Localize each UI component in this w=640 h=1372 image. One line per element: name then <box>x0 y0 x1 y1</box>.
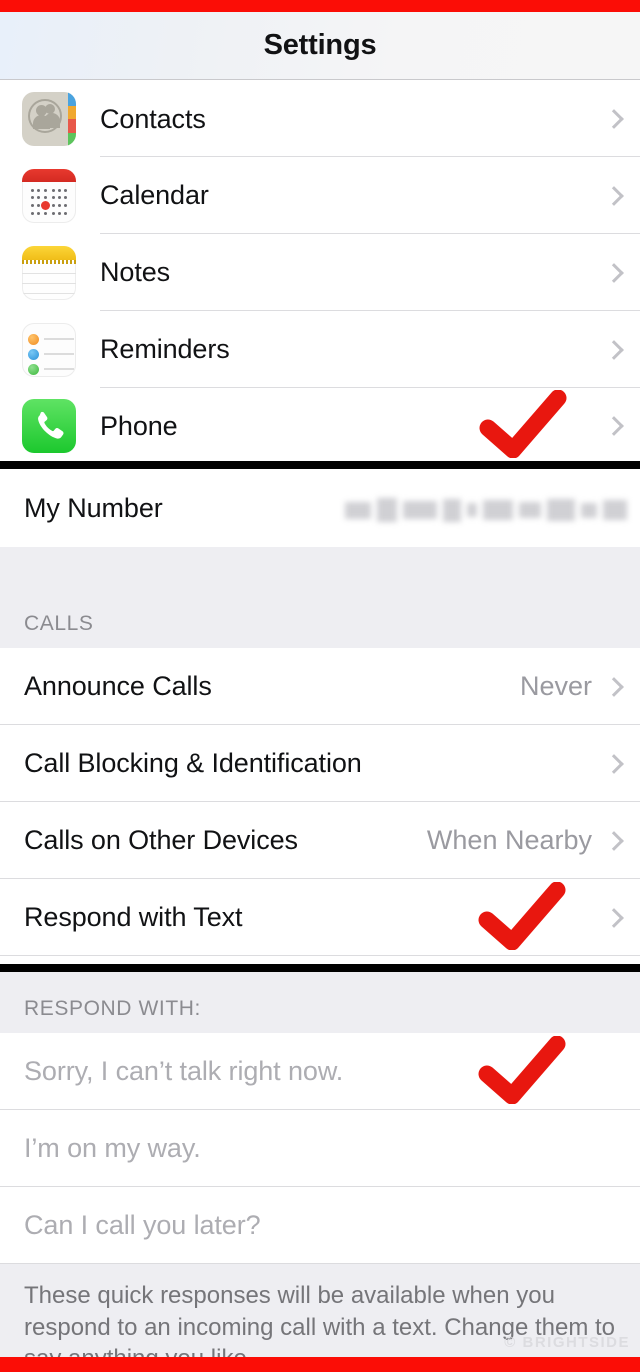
settings-row-label: Contacts <box>100 103 206 134</box>
calendar-icon <box>22 168 76 223</box>
apps-section: Contacts Calendar Notes Reminders Phone <box>0 81 640 464</box>
respond-with-row-1[interactable]: Sorry, I can’t talk right now. <box>0 1033 640 1110</box>
my-number-redaction <box>345 498 627 522</box>
settings-row-notes[interactable]: Notes <box>0 234 640 311</box>
respond-with-row-3[interactable]: Can I call you later? <box>0 1187 640 1264</box>
navigation-bar: Settings <box>0 12 640 80</box>
phone-icon <box>22 399 76 453</box>
my-number-label: My Number <box>24 492 163 523</box>
chevron-right-icon <box>606 336 622 364</box>
chevron-right-icon <box>606 904 622 932</box>
settings-row-label: Calendar <box>100 180 209 210</box>
bottom-red-border <box>0 1357 640 1372</box>
respond-with-text-field-3[interactable]: Can I call you later? <box>24 1210 261 1241</box>
chevron-right-icon <box>606 827 622 855</box>
settings-row-value: Never <box>519 671 592 701</box>
row-separator <box>0 955 640 956</box>
settings-row-label: Announce Calls <box>24 671 212 701</box>
calls-section: Announce Calls Never Call Blocking & Ide… <box>0 648 640 956</box>
group-separator-2 <box>0 964 640 972</box>
settings-row-label: Phone <box>100 410 178 441</box>
chevron-right-icon <box>606 259 622 287</box>
brightside-watermark: © BRIGHTSIDE <box>504 1334 630 1351</box>
chevron-right-icon <box>606 412 622 440</box>
settings-row-label: Call Blocking & Identification <box>24 748 362 778</box>
respond-with-section: Sorry, I can’t talk right now. I’m on my… <box>0 1033 640 1264</box>
respond-with-group-header-label: RESPOND WITH: <box>24 997 201 1020</box>
respond-with-group-header: RESPOND WITH: <box>0 972 640 1033</box>
settings-row-reminders[interactable]: Reminders <box>0 311 640 388</box>
top-red-border <box>0 0 640 12</box>
chevron-right-icon <box>606 182 622 210</box>
settings-row-label: Reminders <box>100 334 230 364</box>
respond-with-row-2[interactable]: I’m on my way. <box>0 1110 640 1187</box>
reminders-icon <box>22 322 76 377</box>
chevron-right-icon <box>606 673 622 701</box>
phone-screenshot: Settings Contacts Calendar Notes Reminde… <box>0 0 640 1372</box>
respond-with-text-field-1[interactable]: Sorry, I can’t talk right now. <box>24 1056 343 1087</box>
settings-row-label: Calls on Other Devices <box>24 825 298 855</box>
calls-group-header: CALLS <box>0 547 640 648</box>
page-title: Settings <box>263 29 377 61</box>
settings-row-call-blocking[interactable]: Call Blocking & Identification <box>0 725 640 802</box>
settings-row-label: Notes <box>100 257 171 287</box>
settings-row-calendar[interactable]: Calendar <box>0 157 640 234</box>
calls-group-header-label: CALLS <box>24 612 94 635</box>
settings-row-value: When Nearby <box>426 825 592 855</box>
respond-with-text-field-2[interactable]: I’m on my way. <box>24 1133 201 1164</box>
settings-row-label: Respond with Text <box>24 902 243 932</box>
settings-row-announce-calls[interactable]: Announce Calls Never <box>0 648 640 725</box>
settings-row-contacts[interactable]: Contacts <box>0 81 640 157</box>
settings-row-calls-other-devices[interactable]: Calls on Other Devices When Nearby <box>0 802 640 879</box>
notes-icon <box>22 245 76 300</box>
chevron-right-icon <box>606 750 622 778</box>
contacts-icon <box>22 92 76 146</box>
group-separator-1 <box>0 461 640 469</box>
settings-row-respond-with-text[interactable]: Respond with Text <box>0 879 640 956</box>
chevron-right-icon <box>606 105 622 133</box>
settings-row-phone[interactable]: Phone <box>0 388 640 464</box>
